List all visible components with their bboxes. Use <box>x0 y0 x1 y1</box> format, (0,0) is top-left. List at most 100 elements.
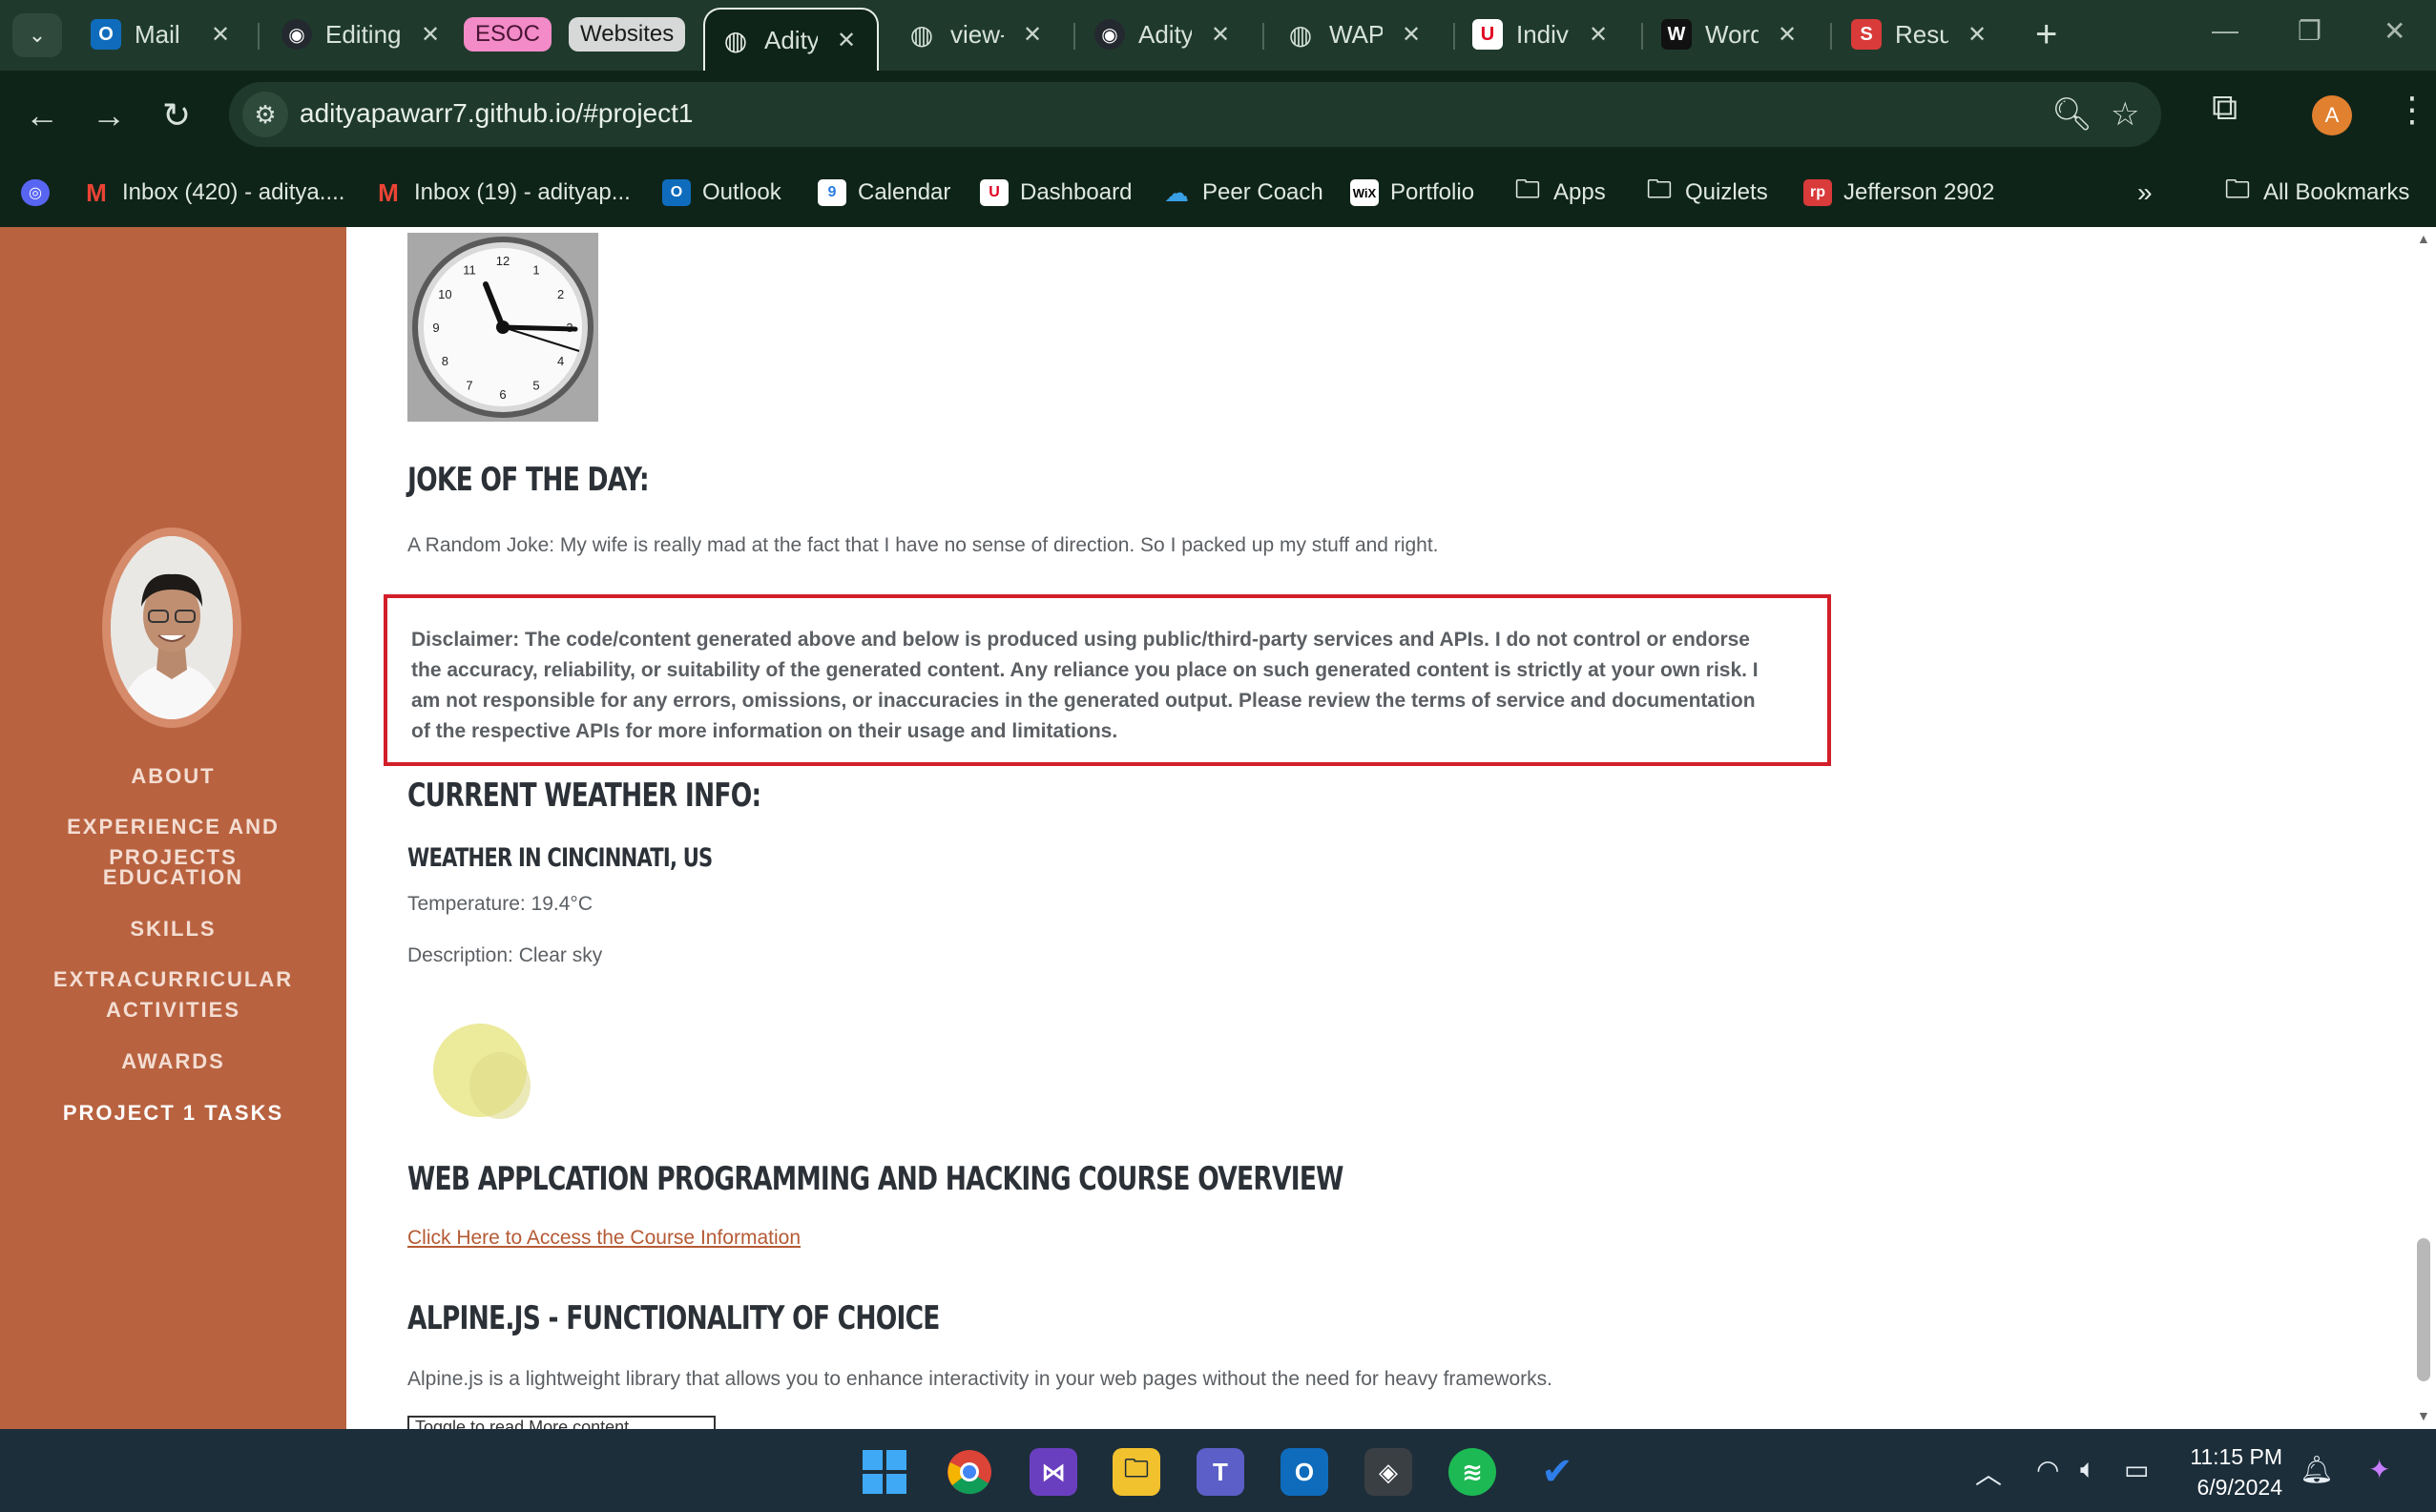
page-scrollbar[interactable]: ▲ ▼ <box>2411 227 2436 1429</box>
new-tab-button[interactable]: + <box>2035 13 2057 56</box>
minimize-button[interactable]: — <box>2212 15 2238 46</box>
taskbar-date[interactable]: 6/9/2024 <box>2187 1475 2282 1501</box>
close-icon[interactable]: ✕ <box>1211 21 1230 49</box>
chrome-icon[interactable] <box>946 1448 993 1496</box>
toggle-read-more-button[interactable]: Toggle to read More content <box>407 1416 716 1429</box>
nav-education[interactable]: EDUCATION <box>0 862 346 893</box>
taskbar-time[interactable]: 11:15 PM <box>2187 1444 2282 1470</box>
tab-resume[interactable]: S Resur ✕ <box>1851 10 1987 59</box>
analog-clock: 121234567891011 <box>407 233 598 422</box>
tab-group-esoc[interactable]: ESOC <box>464 17 552 52</box>
bookmark-discord[interactable]: ◎ <box>21 174 61 212</box>
wifi-icon[interactable]: ◠ <box>2036 1454 2059 1485</box>
cloud-icon: ☁ <box>1164 177 1189 207</box>
tab-active-aditya[interactable]: ◍ Adity ✕ <box>703 8 879 71</box>
bookmark-star-icon[interactable]: ☆ <box>2111 95 2139 134</box>
nav-activities[interactable]: ACTIVITIES <box>0 995 346 1025</box>
scrollbar-thumb[interactable] <box>2417 1238 2430 1381</box>
extensions-icon[interactable]: ⧉ <box>2212 88 2238 129</box>
bookmark-dashboard[interactable]: U Dashboard <box>980 174 1132 212</box>
bookmark-outlook[interactable]: O Outlook <box>662 174 781 212</box>
battery-icon[interactable]: ▭ <box>2124 1454 2149 1485</box>
clock-numeral: 1 <box>532 262 539 277</box>
plus-icon: + <box>2035 13 2058 55</box>
disclaimer-line: am not responsible for any errors, omiss… <box>411 690 1756 712</box>
outlook-icon: O <box>662 179 691 206</box>
windows-start-icon[interactable] <box>861 1448 908 1496</box>
bookmark-jefferson[interactable]: rp Jefferson 2902 <box>1803 174 1994 212</box>
menu-kebab-icon[interactable]: ⋮ <box>2395 90 2429 130</box>
tab-individual[interactable]: U Indivi ✕ <box>1472 10 1608 59</box>
bookmark-peer-coach[interactable]: ☁ Peer Coach <box>1162 174 1323 212</box>
bookmarks-bar: ◎ M Inbox (420) - aditya.... M Inbox (19… <box>0 160 2436 227</box>
file-explorer-icon[interactable]: 🗀 <box>1113 1448 1160 1496</box>
github-icon: ◉ <box>281 19 312 50</box>
nav-project-1-tasks[interactable]: PROJECT 1 TASKS <box>0 1098 346 1129</box>
chevron-down-icon: ⌄ <box>28 23 47 47</box>
close-icon[interactable]: ✕ <box>1968 21 1987 49</box>
back-button[interactable]: ← <box>25 95 59 135</box>
address-bar[interactable]: ⚙ adityapawarr7.github.io/#project1 🔍︎ ☆ <box>229 82 2161 147</box>
restore-button[interactable]: ❐ <box>2298 15 2321 47</box>
unity-icon[interactable]: ◈ <box>1364 1448 1412 1496</box>
zoom-icon[interactable]: 🔍︎ <box>2051 95 2092 134</box>
globe-icon: ◍ <box>723 25 748 55</box>
nav-skills[interactable]: SKILLS <box>0 914 346 944</box>
close-icon[interactable]: ✕ <box>1402 21 1421 49</box>
course-info-link[interactable]: Click Here to Access the Course Informat… <box>407 1227 801 1250</box>
scroll-down-icon[interactable]: ▼ <box>2417 1408 2430 1423</box>
close-icon[interactable]: ✕ <box>1023 21 1042 49</box>
tab-group-websites[interactable]: Websites <box>569 17 686 52</box>
avatar <box>102 528 241 728</box>
temperature-text: Temperature: 19.4°C <box>407 893 593 915</box>
bookmark-quizlets-folder[interactable]: 🗀 Quizlets <box>1645 174 1768 212</box>
nav-awards[interactable]: AWARDS <box>0 1046 346 1077</box>
tab-view[interactable]: ◍ view- ✕ <box>906 10 1042 59</box>
bookmark-apps-folder[interactable]: 🗀 Apps <box>1513 174 1606 212</box>
chevron-up-icon[interactable]: ︿ <box>1975 1454 2002 1492</box>
nav-extracurricular[interactable]: EXTRACURRICULAR <box>0 964 346 995</box>
tab-aditya-github[interactable]: ◉ Adity ✕ <box>1094 10 1230 59</box>
clock-numeral: 9 <box>432 321 439 335</box>
tab-wapi[interactable]: ◍ WAPI ✕ <box>1285 10 1421 59</box>
bookmark-calendar[interactable]: 9 Calendar <box>818 174 950 212</box>
profile-avatar[interactable]: A <box>2312 95 2352 135</box>
close-icon[interactable]: ✕ <box>1778 21 1797 49</box>
weather-moon-icon <box>433 1024 531 1119</box>
forward-button[interactable]: → <box>92 95 126 135</box>
joke-text: A Random Joke: My wife is really mad at … <box>407 534 1439 556</box>
description-text: Description: Clear sky <box>407 944 603 966</box>
tab-word[interactable]: W Word ✕ <box>1661 10 1797 59</box>
reload-button[interactable]: ↻ <box>162 95 191 135</box>
tab-mail[interactable]: O Mail ✕ <box>91 10 230 59</box>
scroll-up-icon[interactable]: ▲ <box>2417 231 2430 246</box>
folder-icon: 🗀 <box>1646 175 1672 203</box>
disclaimer-line: Disclaimer: The code/content generated a… <box>411 629 1750 651</box>
bookmark-portfolio[interactable]: WiX Portfolio <box>1350 174 1474 212</box>
site-info-icon[interactable]: ⚙ <box>242 92 288 137</box>
clock-numeral: 4 <box>557 354 564 368</box>
close-window-button[interactable]: ✕ <box>2384 15 2405 47</box>
visual-studio-icon[interactable]: ⋈ <box>1030 1448 1077 1496</box>
all-bookmarks-folder[interactable]: 🗀 All Bookmarks <box>2223 174 2409 212</box>
clock-numeral: 12 <box>496 254 510 268</box>
notification-bell-icon[interactable]: 🔔︎ <box>2300 1454 2334 1485</box>
outlook-icon[interactable]: O <box>1280 1448 1328 1496</box>
copilot-icon[interactable]: ✦ <box>2368 1454 2390 1485</box>
close-icon[interactable]: ✕ <box>421 21 440 49</box>
todo-check-icon[interactable]: ✔ <box>1533 1448 1581 1496</box>
bookmark-inbox-2[interactable]: M Inbox (19) - adityap... <box>374 174 631 212</box>
tab-search-button[interactable]: ⌄ <box>12 13 62 57</box>
volume-icon[interactable]: 🔈︎ <box>2080 1454 2096 1485</box>
url-text[interactable]: adityapawarr7.github.io/#project1 <box>300 98 693 129</box>
spotify-icon[interactable]: ≋ <box>1448 1448 1496 1496</box>
bookmark-inbox-1[interactable]: M Inbox (420) - aditya.... <box>82 174 344 212</box>
close-icon[interactable]: ✕ <box>211 21 230 49</box>
close-icon[interactable]: ✕ <box>1589 21 1608 49</box>
teams-icon[interactable]: T <box>1197 1448 1244 1496</box>
close-icon[interactable]: ✕ <box>837 27 856 54</box>
discord-icon: ◎ <box>21 179 50 206</box>
tab-editing[interactable]: ◉ Editing ✕ <box>281 10 440 59</box>
more-bookmarks-chevron-icon[interactable]: » <box>2137 174 2153 212</box>
nav-about[interactable]: ABOUT <box>0 761 346 792</box>
